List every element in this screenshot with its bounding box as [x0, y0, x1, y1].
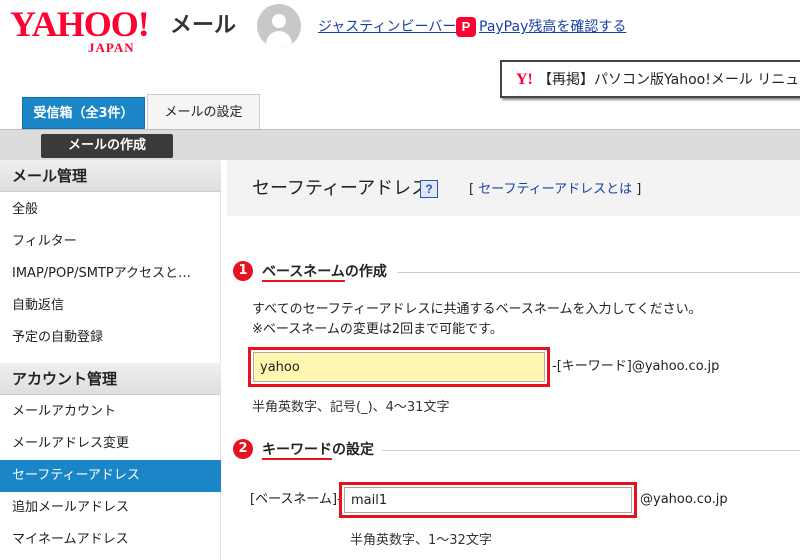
basename-input[interactable] — [253, 352, 545, 382]
step-2-icon: 2 — [233, 439, 253, 459]
section-basename-title: ベースネームの作成 — [262, 264, 387, 280]
yahoo-news-icon: Y! — [516, 71, 533, 88]
sidebar-section-account-management: アカウント管理 — [0, 363, 221, 395]
sidebar-item-myname-address[interactable]: マイネームアドレス — [0, 524, 221, 556]
tab-inbox[interactable]: 受信箱（全3件） — [22, 97, 145, 129]
sidebar-item-safety-address[interactable]: セーフティーアドレス — [0, 460, 221, 492]
sidebar-item-imap-pop-smtp[interactable]: IMAP/POP/SMTPアクセスと… — [0, 258, 221, 290]
keyword-input[interactable] — [344, 487, 632, 513]
news-banner[interactable]: Y! 【再掲】パソコン版Yahoo!メール リニューアルのお知らせ — [500, 60, 800, 98]
section-keyword-title: キーワードの設定 — [262, 442, 374, 458]
basename-hint: 半角英数字、記号(_)、4～31文字 — [252, 400, 450, 415]
sidebar-item-mail-account[interactable]: メールアカウント — [0, 396, 221, 428]
service-name: メール — [170, 13, 237, 38]
keyword-prefix: [ベースネーム]- — [250, 492, 342, 507]
page-header: セーフティーアドレス ? [ セーフティーアドレスとは ] — [227, 160, 800, 216]
keyword-hint: 半角英数字、1～32文字 — [350, 533, 492, 548]
section-divider — [382, 450, 800, 451]
about-safety-address[interactable]: [ セーフティーアドレスとは ] — [469, 181, 641, 199]
sidebar-section-mail-management: メール管理 — [0, 160, 221, 192]
section-divider — [397, 272, 800, 273]
basename-suffix: -[キーワード]@yahoo.co.jp — [552, 359, 720, 374]
sidebar-item-address-change[interactable]: メールアドレス変更 — [0, 428, 221, 460]
yahoo-japan-logo[interactable]: YAHOO! JAPAN — [10, 6, 170, 58]
sidebar-item-general[interactable]: 全般 — [0, 194, 221, 226]
news-banner-text: 【再掲】パソコン版Yahoo!メール リニューアルのお知らせ — [538, 72, 800, 88]
sidebar-item-filter[interactable]: フィルター — [0, 226, 221, 258]
sidebar-item-auto-reply[interactable]: 自動返信 — [0, 290, 221, 322]
about-safety-address-link[interactable]: セーフティーアドレスとは — [478, 182, 632, 197]
step-1-icon: 1 — [233, 261, 253, 281]
main-content: セーフティーアドレス ? [ セーフティーアドレスとは ] 1 ベースネームの作… — [222, 160, 800, 560]
paypay-balance-link[interactable]: PayPay残高を確認する — [479, 18, 626, 36]
logo-subtext: JAPAN — [88, 40, 135, 55]
basename-description: すべてのセーフティーアドレスに共通するベースネームを入力してください。 — [252, 302, 702, 317]
paypay-icon: P — [456, 17, 476, 37]
basename-change-note: ※ベースネームの変更は2回まで可能です。 — [252, 322, 503, 337]
user-avatar-icon[interactable] — [257, 4, 301, 48]
page-title: セーフティーアドレス — [252, 178, 430, 199]
sidebar-item-additional-address[interactable]: 追加メールアドレス — [0, 492, 221, 524]
compose-button[interactable]: メールの作成 — [41, 134, 173, 158]
help-icon[interactable]: ? — [420, 180, 438, 198]
sidebar-item-auto-schedule[interactable]: 予定の自動登録 — [0, 322, 221, 354]
tab-mail-settings[interactable]: メールの設定 — [147, 94, 260, 130]
settings-sidebar: メール管理 全般 フィルター IMAP/POP/SMTPアクセスと… 自動返信 … — [0, 160, 221, 560]
user-name-link[interactable]: ジャスティンビーバー — [318, 18, 456, 36]
logo-wordmark: YAHOO! — [10, 4, 150, 44]
keyword-suffix: @yahoo.co.jp — [640, 492, 728, 507]
